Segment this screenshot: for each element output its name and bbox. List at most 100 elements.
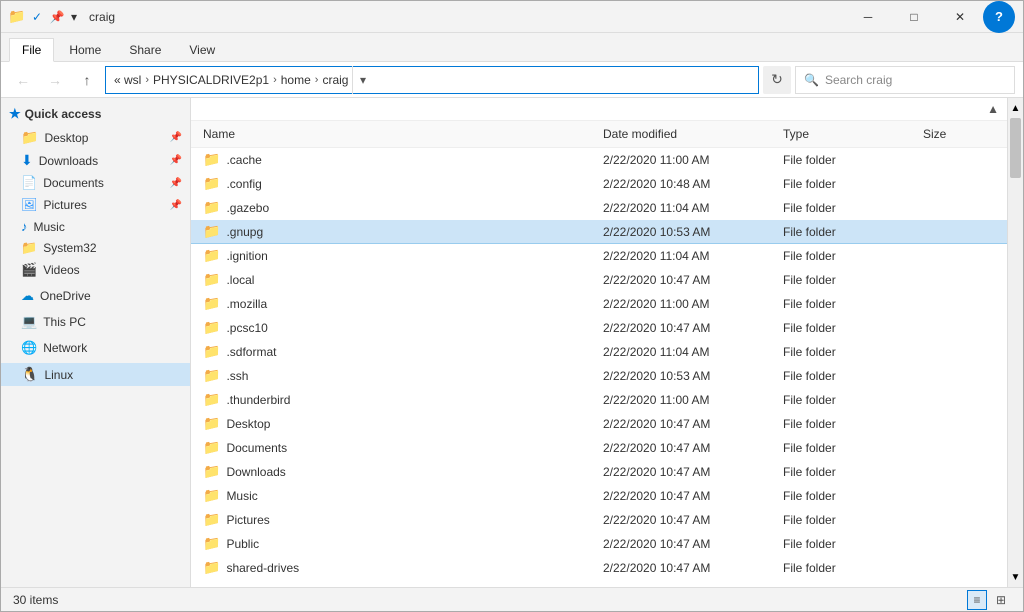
table-row[interactable]: 📁 .thunderbird 2/22/2020 11:00 AM File f… — [191, 388, 1007, 412]
scroll-up[interactable]: ▲ — [1008, 98, 1023, 118]
dropdown-small: ▾ — [71, 10, 77, 24]
view-details-button[interactable]: ≡ — [967, 590, 987, 610]
file-table[interactable]: Name Date modified Type Size 📁 .cache 2/… — [191, 121, 1007, 587]
file-size — [919, 495, 999, 497]
file-name: .gazebo — [226, 201, 269, 215]
breadcrumb-drive[interactable]: PHYSICALDRIVE2p1 — [153, 73, 269, 87]
desktop-folder-icon: 📁 — [21, 129, 38, 146]
path-dropdown[interactable]: ▾ — [352, 66, 372, 94]
file-name-cell: 📁 Public — [199, 534, 599, 553]
sidebar-item-documents[interactable]: 📄 Documents 📌 — [1, 172, 190, 194]
quick-access-header[interactable]: ★ Quick access — [1, 102, 190, 126]
table-row[interactable]: 📁 .config 2/22/2020 10:48 AM File folder — [191, 172, 1007, 196]
sidebar-item-downloads[interactable]: ⬇ Downloads 📌 — [1, 149, 190, 172]
col-date[interactable]: Date modified — [599, 125, 779, 143]
file-date: 2/22/2020 11:04 AM — [599, 248, 779, 264]
close-button[interactable]: ✕ — [937, 1, 983, 33]
sidebar-item-thispc[interactable]: 💻 This PC — [1, 311, 190, 333]
col-name[interactable]: Name — [199, 125, 599, 143]
pin-icon-pictures: 📌 — [170, 200, 182, 211]
file-type: File folder — [779, 320, 919, 336]
table-row[interactable]: 📁 Pictures 2/22/2020 10:47 AM File folde… — [191, 508, 1007, 532]
file-date: 2/22/2020 10:47 AM — [599, 536, 779, 552]
table-row[interactable]: 📁 .gnupg 2/22/2020 10:53 AM File folder — [191, 220, 1007, 244]
breadcrumb-home[interactable]: home — [281, 73, 311, 87]
help-button[interactable]: ? — [983, 1, 1015, 33]
address-path[interactable]: « wsl › PHYSICALDRIVE2p1 › home › craig … — [105, 66, 759, 94]
forward-button[interactable]: → — [41, 66, 69, 94]
sidebar-music-label: Music — [34, 220, 65, 234]
file-rows-container: 📁 .cache 2/22/2020 11:00 AM File folder … — [191, 148, 1007, 580]
file-name: Downloads — [226, 465, 285, 479]
sidebar-item-pictures[interactable]: 🖼 Pictures 📌 — [1, 194, 190, 216]
file-size — [919, 471, 999, 473]
tab-home[interactable]: Home — [56, 38, 114, 61]
table-row[interactable]: 📁 Music 2/22/2020 10:47 AM File folder — [191, 484, 1007, 508]
table-row[interactable]: 📁 .ignition 2/22/2020 11:04 AM File fold… — [191, 244, 1007, 268]
sidebar-item-onedrive[interactable]: ☁ OneDrive — [1, 285, 190, 307]
refresh-button[interactable]: ↻ — [763, 66, 791, 94]
title-bar-icons: 📁 ✓ 📌 ▾ — [9, 9, 77, 25]
scrollbar[interactable]: ▲ ▼ — [1007, 98, 1023, 587]
table-row[interactable]: 📁 Documents 2/22/2020 10:47 AM File fold… — [191, 436, 1007, 460]
file-type: File folder — [779, 176, 919, 192]
file-size — [919, 279, 999, 281]
file-date: 2/22/2020 11:00 AM — [599, 296, 779, 312]
file-date: 2/22/2020 11:04 AM — [599, 344, 779, 360]
table-row[interactable]: 📁 Downloads 2/22/2020 10:47 AM File fold… — [191, 460, 1007, 484]
sidebar-item-videos[interactable]: 🎬 Videos — [1, 259, 190, 281]
search-box[interactable]: 🔍 Search craig — [795, 66, 1015, 94]
pc-icon: 💻 — [21, 314, 37, 330]
ribbon-tabs: File Home Share View — [1, 33, 1023, 61]
file-size — [919, 447, 999, 449]
tab-share[interactable]: Share — [116, 38, 174, 61]
file-folder-icon: 📁 — [203, 175, 220, 192]
up-button[interactable]: ↑ — [73, 66, 101, 94]
tab-view[interactable]: View — [176, 38, 228, 61]
maximize-button[interactable]: □ — [891, 1, 937, 33]
file-name: Pictures — [226, 513, 269, 527]
sidebar-item-linux[interactable]: 🐧 Linux — [1, 363, 190, 386]
file-type: File folder — [779, 560, 919, 576]
scroll-thumb[interactable] — [1010, 118, 1021, 178]
tab-file[interactable]: File — [9, 38, 54, 62]
sidebar-item-system32[interactable]: 📁 System32 — [1, 237, 190, 259]
col-type[interactable]: Type — [779, 125, 919, 143]
file-date: 2/22/2020 10:47 AM — [599, 464, 779, 480]
table-row[interactable]: 📁 .ssh 2/22/2020 10:53 AM File folder — [191, 364, 1007, 388]
table-row[interactable]: 📁 .sdformat 2/22/2020 11:04 AM File fold… — [191, 340, 1007, 364]
music-icon: ♪ — [21, 219, 28, 234]
table-row[interactable]: 📁 .gazebo 2/22/2020 11:04 AM File folder — [191, 196, 1007, 220]
sidebar-network-label: Network — [43, 341, 87, 355]
table-row[interactable]: 📁 shared-drives 2/22/2020 10:47 AM File … — [191, 556, 1007, 580]
table-row[interactable]: 📁 Desktop 2/22/2020 10:47 AM File folder — [191, 412, 1007, 436]
minimize-button[interactable]: ─ — [845, 1, 891, 33]
file-folder-icon: 📁 — [203, 511, 220, 528]
file-name: .cache — [226, 153, 261, 167]
breadcrumb-wsl[interactable]: « wsl — [114, 73, 141, 87]
table-row[interactable]: 📁 .pcsc10 2/22/2020 10:47 AM File folder — [191, 316, 1007, 340]
window-controls: ─ □ ✕ — [845, 1, 983, 33]
breadcrumb-craig[interactable]: craig — [322, 73, 348, 87]
col-size[interactable]: Size — [919, 125, 999, 143]
scroll-up-button[interactable]: ▲ — [987, 102, 999, 116]
file-name-cell: 📁 .sdformat — [199, 342, 599, 361]
back-button[interactable]: ← — [9, 66, 37, 94]
table-row[interactable]: 📁 .mozilla 2/22/2020 11:00 AM File folde… — [191, 292, 1007, 316]
sidebar-item-music[interactable]: ♪ Music — [1, 216, 190, 237]
scroll-down[interactable]: ▼ — [1008, 567, 1023, 587]
ribbon: File Home Share View — [1, 33, 1023, 62]
file-folder-icon: 📁 — [203, 487, 220, 504]
address-bar: ← → ↑ « wsl › PHYSICALDRIVE2p1 › home › … — [1, 62, 1023, 98]
file-name: Desktop — [226, 417, 270, 431]
table-row[interactable]: 📁 .cache 2/22/2020 11:00 AM File folder — [191, 148, 1007, 172]
sidebar-item-desktop[interactable]: 📁 Desktop 📌 — [1, 126, 190, 149]
file-size — [919, 183, 999, 185]
view-large-button[interactable]: ⊞ — [991, 590, 1011, 610]
table-row[interactable]: 📁 .local 2/22/2020 10:47 AM File folder — [191, 268, 1007, 292]
file-type: File folder — [779, 248, 919, 264]
sidebar-desktop-label: Desktop — [44, 131, 88, 145]
sidebar-item-network[interactable]: 🌐 Network — [1, 337, 190, 359]
thispc-section: 💻 This PC — [1, 311, 190, 333]
table-row[interactable]: 📁 Public 2/22/2020 10:47 AM File folder — [191, 532, 1007, 556]
